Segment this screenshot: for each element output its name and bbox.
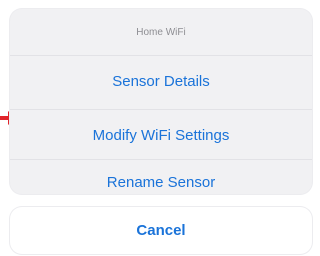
modify-wifi-settings-button[interactable]: Modify WiFi Settings — [10, 127, 312, 144]
screen: Home WiFi Sensor Details Modify WiFi Set… — [0, 0, 320, 256]
rename-sensor-button[interactable]: Rename Sensor — [10, 174, 312, 191]
cancel-label: Cancel — [136, 222, 186, 239]
cancel-button[interactable]: Cancel — [10, 207, 312, 254]
divider — [10, 159, 312, 160]
sheet-title: Home WiFi — [136, 27, 186, 38]
action-sheet: Home WiFi Sensor Details Modify WiFi Set… — [10, 9, 312, 194]
divider — [10, 109, 312, 110]
divider — [10, 55, 312, 56]
sensor-details-button[interactable]: Sensor Details — [10, 73, 312, 90]
